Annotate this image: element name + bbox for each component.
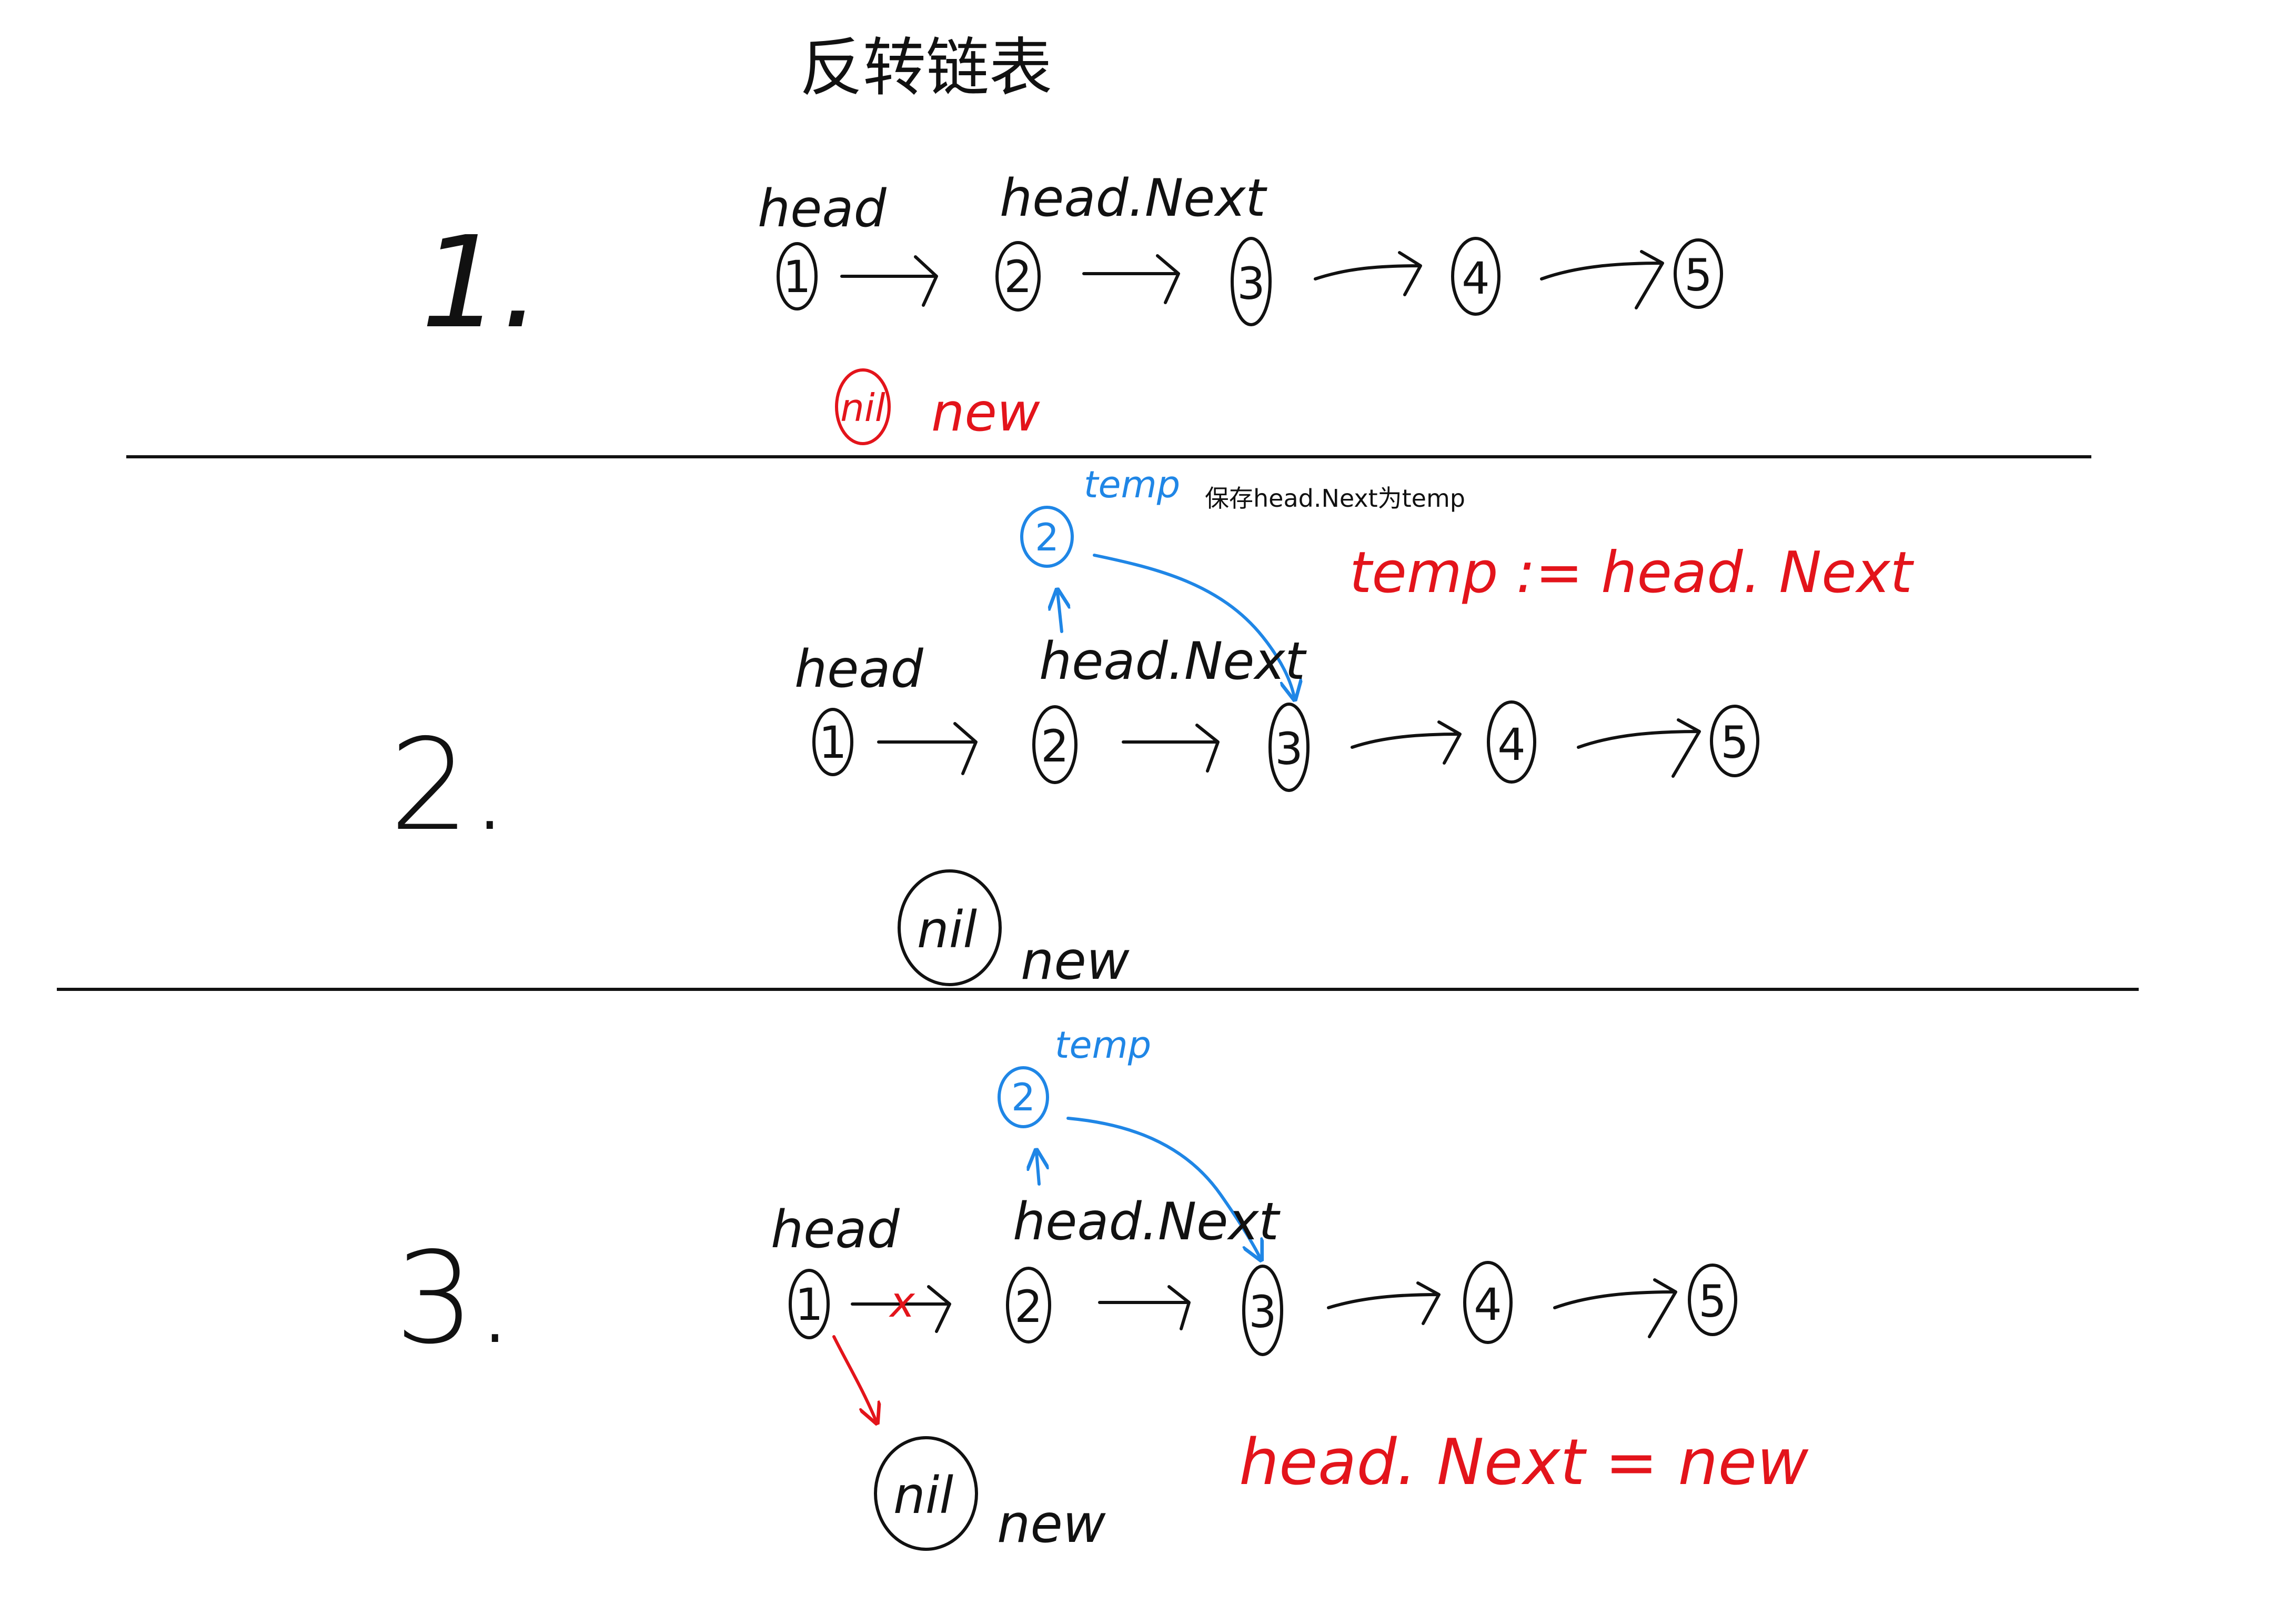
head-label: head (794, 639, 923, 699)
note-text: 保存head.Next为temp (1205, 484, 1465, 513)
node-value: 4 (1497, 719, 1525, 770)
code-next-assign: head. Next = new (1239, 1426, 1809, 1499)
temp-pointer-arrow (1058, 592, 1062, 633)
node-value: 1 (819, 717, 847, 768)
step-2: 2. 2 temp 保存head.Next为temp temp := head.… (389, 463, 1915, 991)
link-arrow (1327, 1281, 1441, 1325)
node-1: 1 (812, 708, 853, 776)
link-arrow (1098, 1285, 1191, 1330)
node-4: 4 (1451, 237, 1501, 316)
step-number: 2. (389, 711, 510, 859)
head-label: head (771, 1200, 900, 1260)
diagram-canvas: 反转链表 1. head head.Next 1 2 3 4 5 nil new… (57, 32, 2139, 1555)
step-number: 1. (421, 209, 541, 356)
node-3: 3 (1231, 237, 1272, 326)
nil-node: nil (835, 368, 891, 445)
node-value: 2 (1004, 251, 1032, 303)
node-2: 2 (1006, 1267, 1051, 1344)
node-value: 4 (1474, 1279, 1502, 1330)
nil-label: nil (917, 900, 978, 959)
code-temp-assign: temp := head. Next (1350, 540, 1915, 606)
new-label: new (931, 382, 1040, 443)
node-value: 2 (1014, 1281, 1042, 1332)
node-4: 4 (1487, 700, 1536, 784)
nil-label: nil (840, 386, 885, 430)
node-3: 3 (1268, 703, 1310, 792)
node-2: 2 (995, 241, 1041, 312)
head-next-label: head.Next (1013, 1192, 1281, 1252)
head-to-nil-arrow (832, 1335, 876, 1421)
link-arrow (1577, 718, 1701, 778)
step-number: 3. (395, 1225, 515, 1372)
node-5: 5 (1710, 705, 1759, 777)
step-3: 3. 2 temp head head.Next 1 x 2 3 4 5 nil… (395, 1024, 1809, 1555)
node-value: 5 (1720, 717, 1748, 768)
new-label: new (1021, 930, 1130, 991)
node-value: 3 (1237, 258, 1265, 309)
link-arrow (877, 722, 978, 775)
temp-node-value: 2 (1035, 515, 1059, 559)
node-value: 3 (1248, 1286, 1276, 1338)
link-arrow (840, 255, 938, 307)
cross-mark: x (888, 1278, 915, 1327)
node-value: 2 (1041, 720, 1069, 772)
node-value: 5 (1684, 249, 1712, 301)
node-1: 1 (777, 242, 818, 310)
nil-node: nil (874, 1436, 978, 1551)
temp-pointer-arrow (1036, 1152, 1039, 1186)
node-value: 3 (1275, 723, 1303, 775)
link-arrow (1351, 720, 1462, 765)
node-2: 2 (1032, 705, 1077, 784)
node-value: 1 (783, 251, 811, 303)
head-next-label: head.Next (1000, 168, 1267, 228)
link-arrow (1553, 1278, 1677, 1338)
new-label: new (997, 1493, 1106, 1555)
head-label: head (758, 179, 887, 239)
node-value: 5 (1698, 1276, 1726, 1327)
node-value: 4 (1462, 253, 1489, 304)
head-next-label: head.Next (1039, 631, 1307, 691)
node-3: 3 (1242, 1265, 1283, 1356)
reverse-linked-list-diagram: 反转链表 1. head head.Next 1 2 3 4 5 nil new… (0, 0, 2296, 1624)
node-5: 5 (1674, 238, 1723, 309)
link-arrow (1314, 251, 1422, 296)
temp-node: 2 (1020, 506, 1074, 568)
link-arrow (1540, 250, 1664, 309)
temp-label: temp (1055, 1024, 1151, 1067)
temp-label: temp (1084, 463, 1180, 506)
node-5: 5 (1688, 1264, 1737, 1336)
temp-node: 2 (998, 1066, 1049, 1128)
link-arrow (1122, 724, 1220, 773)
step-1: 1. head head.Next 1 2 3 4 5 nil new (421, 168, 1723, 445)
nil-label: nil (893, 1466, 954, 1525)
node-1: 1 (789, 1269, 830, 1339)
node-4: 4 (1463, 1261, 1513, 1344)
temp-node-value: 2 (1011, 1075, 1035, 1119)
nil-node: nil (898, 869, 1002, 986)
node-value: 1 (795, 1279, 823, 1330)
diagram-title: 反转链表 (800, 32, 1052, 105)
link-arrow (1082, 254, 1180, 304)
